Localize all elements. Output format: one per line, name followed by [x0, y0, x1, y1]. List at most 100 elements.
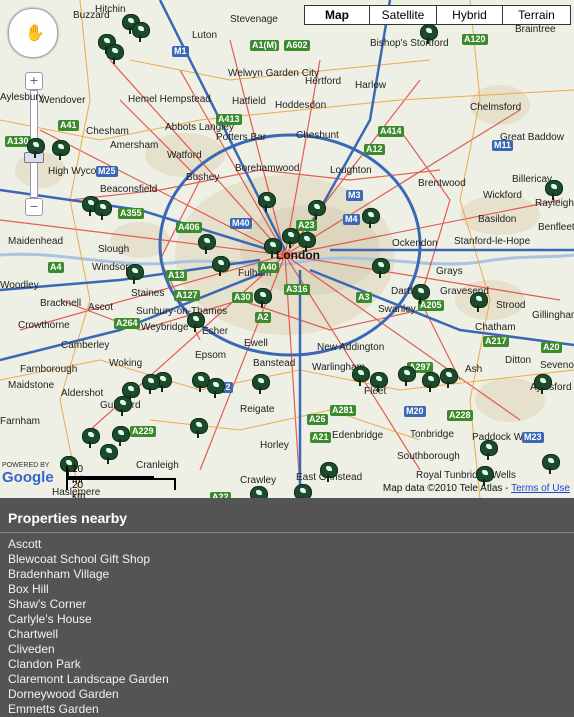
road-shield: A2: [255, 312, 271, 323]
property-marker-icon[interactable]: [532, 374, 552, 394]
place-label: Ewell: [244, 338, 268, 349]
road-shield: M25: [96, 166, 118, 177]
road-shield: A228: [447, 410, 473, 421]
property-marker-icon[interactable]: [318, 462, 338, 482]
property-link[interactable]: Box Hill: [8, 582, 566, 597]
property-marker-icon[interactable]: [80, 428, 100, 448]
property-marker-icon[interactable]: [205, 378, 225, 398]
property-marker-icon[interactable]: [468, 292, 488, 312]
property-marker-icon[interactable]: [418, 24, 438, 44]
property-marker-icon[interactable]: [124, 264, 144, 284]
place-label: Potters Bar: [216, 132, 267, 143]
scale-km: 20 km: [72, 480, 86, 498]
place-label: Woodley: [0, 280, 39, 291]
place-label: Ascot: [88, 302, 114, 313]
place-label: Stevenage: [230, 14, 278, 25]
place-label: Ash: [465, 364, 483, 375]
property-marker-icon[interactable]: [396, 366, 416, 386]
map-type-terrain-button[interactable]: Terrain: [502, 5, 571, 25]
road-shield: A26: [307, 414, 328, 425]
place-label: Chelmsford: [470, 102, 522, 113]
map-view[interactable]: Map Satellite Hybrid Terrain ✋ + − Luton…: [0, 0, 574, 498]
place-label: Chesham: [86, 126, 129, 137]
road-shield: M3: [346, 190, 363, 201]
place-label: Crawley: [240, 475, 277, 486]
property-marker-icon[interactable]: [185, 312, 205, 332]
property-marker-icon[interactable]: [248, 486, 268, 498]
property-marker-icon[interactable]: [98, 444, 118, 464]
property-marker-icon[interactable]: [368, 372, 388, 392]
map-type-hybrid-button[interactable]: Hybrid: [436, 5, 503, 25]
property-marker-icon[interactable]: [438, 368, 458, 388]
place-label: Stanford-le-Hope: [454, 236, 531, 247]
place-label: Watford: [167, 150, 202, 161]
road-shield: M40: [230, 218, 252, 229]
property-link[interactable]: Bradenham Village: [8, 567, 566, 582]
place-label: Buzzard: [73, 10, 110, 21]
property-link[interactable]: Clandon Park: [8, 657, 566, 672]
place-label: Amersham: [110, 140, 159, 151]
hand-icon[interactable]: ✋: [25, 23, 45, 43]
property-marker-icon[interactable]: [140, 374, 160, 394]
property-marker-icon[interactable]: [360, 208, 380, 228]
property-marker-icon[interactable]: [112, 396, 132, 416]
place-label: Wickford: [483, 190, 522, 201]
property-link[interactable]: Claremont Landscape Garden: [8, 672, 566, 687]
property-link[interactable]: Cliveden: [8, 642, 566, 657]
road-shield: A602: [284, 40, 310, 51]
property-link[interactable]: Shaw's Corner: [8, 597, 566, 612]
property-marker-icon[interactable]: [256, 192, 276, 212]
property-marker-icon[interactable]: [188, 418, 208, 438]
property-marker-icon[interactable]: [92, 200, 112, 220]
zoom-in-button[interactable]: +: [25, 72, 43, 90]
place-label: Luton: [192, 30, 218, 41]
property-marker-icon[interactable]: [210, 256, 230, 276]
property-marker-icon[interactable]: [110, 426, 130, 446]
property-marker-icon[interactable]: [104, 44, 124, 64]
property-marker-icon[interactable]: [350, 366, 370, 386]
pan-control[interactable]: ✋: [8, 8, 58, 58]
place-label: Bushey: [186, 172, 220, 183]
property-marker-icon[interactable]: [250, 374, 270, 394]
road-shield: A12: [364, 144, 385, 155]
property-marker-icon[interactable]: [292, 484, 312, 498]
property-marker-icon[interactable]: [410, 284, 430, 304]
property-link[interactable]: Emmetts Garden: [8, 702, 566, 717]
property-marker-icon[interactable]: [306, 200, 326, 220]
zoom-out-button[interactable]: −: [25, 198, 43, 216]
terms-of-use-link[interactable]: Terms of Use: [511, 483, 570, 494]
place-label: Sunbury-on-Thames: [136, 306, 228, 317]
place-label: Weybridge: [141, 322, 189, 333]
copyright: Map data ©2010 Tele Atlas - Terms of Use: [383, 483, 570, 494]
properties-list: Ascott Blewcoat School Gift Shop Bradenham…: [0, 533, 574, 717]
property-link[interactable]: Carlyle's House: [8, 612, 566, 627]
property-marker-icon[interactable]: [478, 440, 498, 460]
place-label: Staines: [131, 288, 165, 299]
property-marker-icon[interactable]: [25, 138, 45, 158]
panel-title: Properties nearby: [0, 498, 574, 533]
property-link[interactable]: Chartwell: [8, 627, 566, 642]
property-link[interactable]: Ascott: [8, 537, 566, 552]
property-marker-icon[interactable]: [50, 140, 70, 160]
place-label: Edenbridge: [332, 430, 384, 441]
map-type-satellite-button[interactable]: Satellite: [369, 5, 437, 25]
property-marker-icon[interactable]: [370, 258, 390, 278]
place-label: New Addington: [317, 342, 385, 353]
road-shield: A120: [462, 34, 488, 45]
property-marker-icon[interactable]: [196, 234, 216, 254]
property-marker-icon[interactable]: [540, 454, 560, 474]
property-marker-icon[interactable]: [252, 288, 272, 308]
property-marker-icon[interactable]: [420, 372, 440, 392]
road-shield: A217: [483, 336, 509, 347]
road-shield: A30: [232, 292, 253, 303]
property-link[interactable]: Blewcoat School Gift Shop: [8, 552, 566, 567]
property-link[interactable]: Dorneywood Garden: [8, 687, 566, 702]
property-marker-icon[interactable]: [543, 180, 563, 200]
place-label: Aylesbury: [0, 92, 44, 103]
property-marker-icon[interactable]: [130, 22, 150, 42]
place-label: Reigate: [240, 404, 275, 415]
place-label: Camberley: [61, 340, 110, 351]
place-label: Farnborough: [20, 364, 78, 375]
google-logo[interactable]: POWERED BY Google: [2, 462, 54, 486]
map-type-map-button[interactable]: Map: [304, 5, 370, 25]
